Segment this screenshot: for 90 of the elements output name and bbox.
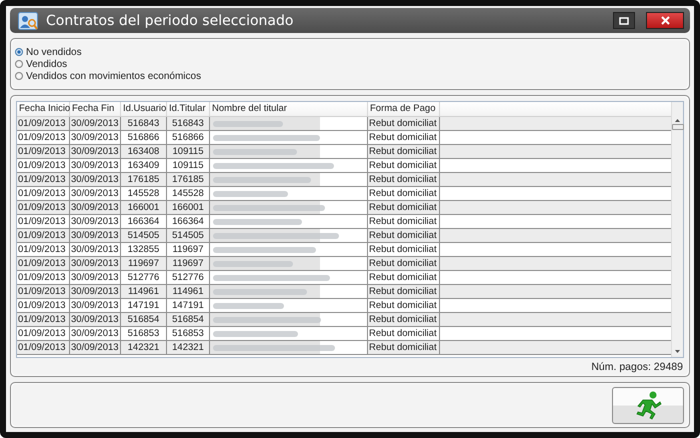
table-cell: 01/09/2013 <box>17 299 70 312</box>
table-cell: 132855 <box>121 243 167 256</box>
table-cell: 166364 <box>121 215 167 228</box>
table-cell: 30/09/2013 <box>70 159 121 172</box>
table-cell: Rebut domiciliat <box>368 173 440 186</box>
table-cell: 01/09/2013 <box>17 131 70 144</box>
column-header[interactable]: Forma de Pago <box>368 102 440 116</box>
table-cell: 119697 <box>121 257 167 270</box>
column-header[interactable]: Id.Titular <box>167 102 210 116</box>
table-cell: 30/09/2013 <box>70 229 121 242</box>
table-cell: 114961 <box>121 285 167 298</box>
table-cell: 30/09/2013 <box>70 187 121 200</box>
payment-count: Núm. pagos: 29489 <box>590 360 684 373</box>
column-header[interactable]: Fecha Inicio <box>17 102 70 116</box>
vertical-scrollbar[interactable] <box>671 102 683 357</box>
table-cell: 166001 <box>121 201 167 214</box>
table-cell: Rebut domiciliat <box>368 285 440 298</box>
redacted-name <box>213 302 284 310</box>
table-cell: Rebut domiciliat <box>368 271 440 284</box>
table-cell: 01/09/2013 <box>17 243 70 256</box>
table-cell: 30/09/2013 <box>70 299 121 312</box>
restore-icon <box>619 16 629 24</box>
column-header[interactable]: Fecha Fin <box>70 102 121 116</box>
table-cell: Rebut domiciliat <box>368 159 440 172</box>
table-cell: 514505 <box>121 229 167 242</box>
table-cell: 30/09/2013 <box>70 285 121 298</box>
table-cell: 01/09/2013 <box>17 173 70 186</box>
table-cell: 30/09/2013 <box>70 257 121 270</box>
table-cell: Rebut domiciliat <box>368 229 440 242</box>
table-cell: 01/09/2013 <box>17 201 70 214</box>
table-cell: 30/09/2013 <box>70 327 121 340</box>
table-cell: 147191 <box>121 299 167 312</box>
table-cell: 01/09/2013 <box>17 187 70 200</box>
filter-radio[interactable]: No vendidos <box>15 46 685 58</box>
table-cell: 516853 <box>121 327 167 340</box>
table-cell: Rebut domiciliat <box>368 299 440 312</box>
table-cell: 30/09/2013 <box>70 215 121 228</box>
table-cell: 30/09/2013 <box>70 271 121 284</box>
restore-button[interactable] <box>613 12 635 29</box>
table-cell: 163409 <box>121 159 167 172</box>
table-cell: Rebut domiciliat <box>368 131 440 144</box>
table-cell: 30/09/2013 <box>70 145 121 158</box>
table-cell: 30/09/2013 <box>70 173 121 186</box>
table-cell: 163408 <box>121 145 167 158</box>
exit-button[interactable] <box>612 386 684 424</box>
table-cell: Rebut domiciliat <box>368 341 440 354</box>
table-cell: 01/09/2013 <box>17 117 70 130</box>
table-cell: 01/09/2013 <box>17 285 70 298</box>
table-cell: 30/09/2013 <box>70 131 121 144</box>
table-cell: 145528 <box>121 187 167 200</box>
table-cell: 01/09/2013 <box>17 327 70 340</box>
table-cell: 516843 <box>121 117 167 130</box>
table-cell: 30/09/2013 <box>70 341 121 354</box>
table-cell: Rebut domiciliat <box>368 117 440 130</box>
table-cell: 01/09/2013 <box>17 313 70 326</box>
column-header[interactable]: Id.Usuario <box>121 102 167 116</box>
window-title: Contratos del periodo seleccionado <box>46 12 294 28</box>
table-cell: Rebut domiciliat <box>368 257 440 270</box>
table-cell: 01/09/2013 <box>17 215 70 228</box>
table-cell: Rebut domiciliat <box>368 313 440 326</box>
filter-radio[interactable]: Vendidos con movimientos económicos <box>15 70 685 82</box>
table-cell: 516854 <box>121 313 167 326</box>
table-cell: 01/09/2013 <box>17 145 70 158</box>
table-cell: 176185 <box>121 173 167 186</box>
table-cell: Rebut domiciliat <box>368 145 440 158</box>
table-cell: 01/09/2013 <box>17 229 70 242</box>
table-cell: Rebut domiciliat <box>368 187 440 200</box>
column-header[interactable]: Nombre del titular <box>210 102 368 116</box>
table-cell: 512776 <box>121 271 167 284</box>
table-cell: 30/09/2013 <box>70 201 121 214</box>
table-cell: 01/09/2013 <box>17 257 70 270</box>
table-cell: Rebut domiciliat <box>368 327 440 340</box>
table-cell: Rebut domiciliat <box>368 243 440 256</box>
table-cell: Rebut domiciliat <box>368 215 440 228</box>
filter-radio[interactable]: Vendidos <box>15 58 685 70</box>
app-icon <box>18 12 38 30</box>
table-cell: 142321 <box>121 341 167 354</box>
close-icon <box>660 16 670 25</box>
redacted-name <box>213 120 283 128</box>
table-cell: 01/09/2013 <box>17 271 70 284</box>
scroll-thumb[interactable] <box>672 124 684 130</box>
table-cell: 01/09/2013 <box>17 159 70 172</box>
table-cell: 30/09/2013 <box>70 313 121 326</box>
scroll-down-icon[interactable] <box>675 347 680 355</box>
table-cell: 01/09/2013 <box>17 341 70 354</box>
close-button[interactable] <box>646 12 684 29</box>
table-cell: 516866 <box>121 131 167 144</box>
table-cell: 30/09/2013 <box>70 243 121 256</box>
table-cell: 30/09/2013 <box>70 117 121 130</box>
table-cell: Rebut domiciliat <box>368 201 440 214</box>
